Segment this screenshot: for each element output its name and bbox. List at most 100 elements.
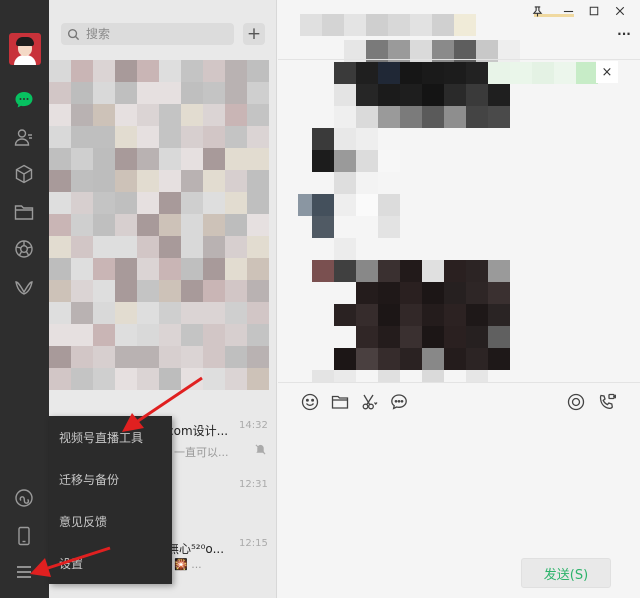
mosaic-tile [49,214,71,236]
mosaic-tile [334,172,356,194]
mosaic-tile [225,192,247,214]
mosaic-tile [488,62,510,84]
mosaic-tile [334,348,356,370]
mosaic-tile [378,216,400,238]
mosaic-tile [71,82,93,104]
folder-icon[interactable] [12,200,36,224]
mosaic-tile [71,60,93,82]
emoji-icon[interactable] [299,391,321,413]
input-toolbar [278,382,640,420]
mosaic-tile [400,326,422,348]
menu-item-settings[interactable]: 设置 [49,542,172,584]
mosaic-tile [225,280,247,302]
search-icon [67,28,80,40]
menu-icon[interactable] [12,560,36,584]
mosaic-tile [488,282,510,304]
mosaic-tile [49,346,71,368]
mosaic-tile [334,216,356,238]
chat-name: com设计... [167,424,229,438]
mosaic-tile [71,258,93,280]
call-icon[interactable] [596,391,618,413]
mosaic-tile [115,280,137,302]
more-options-icon[interactable]: ··· [615,26,633,42]
mosaic-tile [71,302,93,324]
add-button[interactable]: + [243,23,265,45]
pin-icon[interactable] [528,3,546,19]
mosaic-tile [71,126,93,148]
mosaic-tile [115,82,137,104]
mosaic-tile [422,260,444,282]
close-tip-icon[interactable]: × [596,61,618,83]
mosaic-tile [466,326,488,348]
blurred-chat-list [49,60,269,390]
mosaic-tile [247,192,269,214]
mosaic-tile [488,348,510,370]
mosaic-tile [49,324,71,346]
menu-item-migrate-backup[interactable]: 迁移与备份 [49,458,172,500]
mosaic-tile [400,304,422,326]
mosaic-tile [71,170,93,192]
mosaic-tile [334,128,356,150]
screenshot-icon[interactable] [359,391,381,413]
mosaic-tile [137,82,159,104]
mosaic-tile [444,304,466,326]
moments-icon[interactable] [12,237,36,261]
close-window-icon[interactable] [611,3,629,19]
mosaic-tile [115,346,137,368]
chat-time: 12:15 [239,538,268,549]
mosaic-tile [225,104,247,126]
mosaic-tile [137,214,159,236]
mini-program-icon[interactable] [12,486,36,510]
mosaic-tile [203,214,225,236]
channels-icon[interactable] [12,276,36,300]
mosaic-tile [247,60,269,82]
contacts-icon[interactable] [12,125,36,149]
minimize-icon[interactable] [559,3,577,19]
phone-icon[interactable] [12,524,36,548]
mosaic-tile [312,216,334,238]
mosaic-tile [488,84,510,106]
menu-item-feedback[interactable]: 意见反馈 [49,500,172,542]
file-icon[interactable] [329,391,351,413]
mosaic-tile [356,282,378,304]
menu-item-channels-live-tool[interactable]: 视频号直播工具 [49,416,172,458]
mosaic-tile [422,348,444,370]
mosaic-tile [137,236,159,258]
mosaic-tile [378,304,400,326]
mosaic-tile [137,280,159,302]
mosaic-tile [247,170,269,192]
chat-name: 無心⁵²⁰o... [167,542,225,556]
mosaic-tile [203,368,225,390]
favorites-icon[interactable] [12,162,36,186]
mosaic-tile [159,302,181,324]
mosaic-tile [488,260,510,282]
mosaic-tile [93,148,115,170]
mosaic-tile [115,214,137,236]
search-box[interactable] [61,23,234,45]
mosaic-tile [356,172,378,194]
mosaic-tile [378,84,400,106]
mosaic-tile [181,82,203,104]
live-icon[interactable] [565,391,587,413]
mosaic-tile [49,82,71,104]
mosaic-tile [137,324,159,346]
mosaic-tile [115,170,137,192]
mosaic-tile [181,104,203,126]
avatar[interactable] [9,33,41,65]
mosaic-tile [444,260,466,282]
mosaic-tile [49,302,71,324]
send-button[interactable]: 发送(S) [521,558,611,588]
search-input[interactable] [86,27,226,41]
chat-window: ··· × 发送(S) [278,0,640,598]
chat-history-icon[interactable] [388,391,410,413]
mosaic-tile [203,324,225,346]
mosaic-tile [247,302,269,324]
mosaic-tile [466,62,488,84]
chat-icon[interactable] [12,88,36,112]
mosaic-tile [115,192,137,214]
maximize-icon[interactable] [585,3,603,19]
mosaic-tile [378,260,400,282]
mosaic-tile [93,302,115,324]
mosaic-tile [334,84,356,106]
mosaic-tile [203,104,225,126]
